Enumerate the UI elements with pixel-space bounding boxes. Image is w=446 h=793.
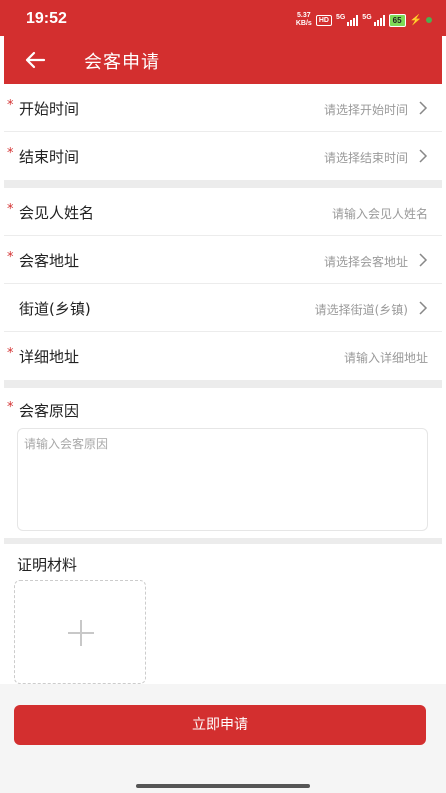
home-indicator[interactable] [136,784,310,788]
form-content: * 开始时间 请选择开始时间 * 结束时间 请选择结束时间 * 会见人姓名 请输… [4,84,442,684]
required-mark: * [7,250,14,265]
start-time-field[interactable]: * 开始时间 请选择开始时间 [4,84,442,132]
battery-icon: 65 [388,13,406,27]
upload-image-button[interactable] [14,580,146,684]
arrow-left-icon [25,51,46,69]
detail-address-label: 详细地址 [19,348,80,366]
privacy-dot-icon [426,17,432,23]
reason-textarea[interactable]: 请输入会客原因 [17,428,428,531]
street-label: 街道(乡镇) [19,300,91,318]
signal-icon: 5G [335,14,359,26]
signal-label-2: 5G [362,14,372,21]
visitor-name-input[interactable]: 请输入会见人姓名 [332,205,428,222]
required-mark: * [7,400,14,415]
net-speed-value: 5.37 [297,12,311,19]
chevron-right-icon [419,301,428,315]
visitor-name-label: 会见人姓名 [19,204,95,222]
signal-icon-2: 5G [362,14,385,26]
chevron-right-icon [419,149,428,163]
signal-label: 5G [335,14,346,21]
visit-address-field[interactable]: * 会客地址 请选择会客地址 [4,236,442,284]
proof-label: 证明材料 [17,556,78,574]
reason-label: 会客原因 [19,402,80,420]
reason-placeholder: 请输入会客原因 [24,437,109,451]
visit-address-placeholder: 请选择会客地址 [323,255,408,269]
end-time-field[interactable]: * 结束时间 请选择结束时间 [4,132,442,180]
required-mark: * [7,146,14,161]
detail-address-input[interactable]: 请输入详细地址 [344,349,428,366]
street-placeholder: 请选择街道(乡镇) [314,303,408,317]
time-section: * 开始时间 请选择开始时间 * 结束时间 请选择结束时间 [4,84,442,180]
detail-address-field[interactable]: * 详细地址 请输入详细地址 [4,332,442,380]
back-button[interactable] [22,48,48,72]
required-mark: * [7,202,14,217]
start-time-label: 开始时间 [19,100,80,118]
charging-icon: ⚡ [409,14,422,26]
end-time-placeholder: 请选择结束时间 [323,151,408,165]
required-mark: * [7,346,14,361]
reason-section: * 会客原因 请输入会客原因 [4,388,442,538]
chevron-right-icon [419,101,428,115]
net-speed-unit: KB/s [295,20,312,27]
net-speed: 5.37 KB/s [296,12,312,28]
status-bar: 19:52 5.37 KB/s HD 5G 5G 65 ⚡ [0,0,446,36]
start-time-placeholder: 请选择开始时间 [323,103,408,117]
app-bar: 会客申请 [4,36,442,84]
status-icons: 5.37 KB/s HD 5G 5G 65 ⚡ [296,12,432,28]
bottom-bar: 立即申请 [0,684,446,793]
required-mark: * [7,98,14,113]
visit-address-label: 会客地址 [19,252,80,270]
street-field[interactable]: 街道(乡镇) 请选择街道(乡镇) [4,284,442,332]
visitor-section: * 会见人姓名 请输入会见人姓名 * 会客地址 请选择会客地址 街道(乡镇) 请… [4,188,442,380]
status-time: 19:52 [26,10,67,27]
hd-icon: HD [315,14,332,26]
submit-button[interactable]: 立即申请 [14,705,426,745]
proof-section: 证明材料 [4,544,442,684]
visitor-name-field[interactable]: * 会见人姓名 请输入会见人姓名 [4,188,442,236]
page-title: 会客申请 [84,52,160,73]
end-time-label: 结束时间 [19,148,80,166]
plus-icon [68,620,94,646]
chevron-right-icon [419,253,428,267]
